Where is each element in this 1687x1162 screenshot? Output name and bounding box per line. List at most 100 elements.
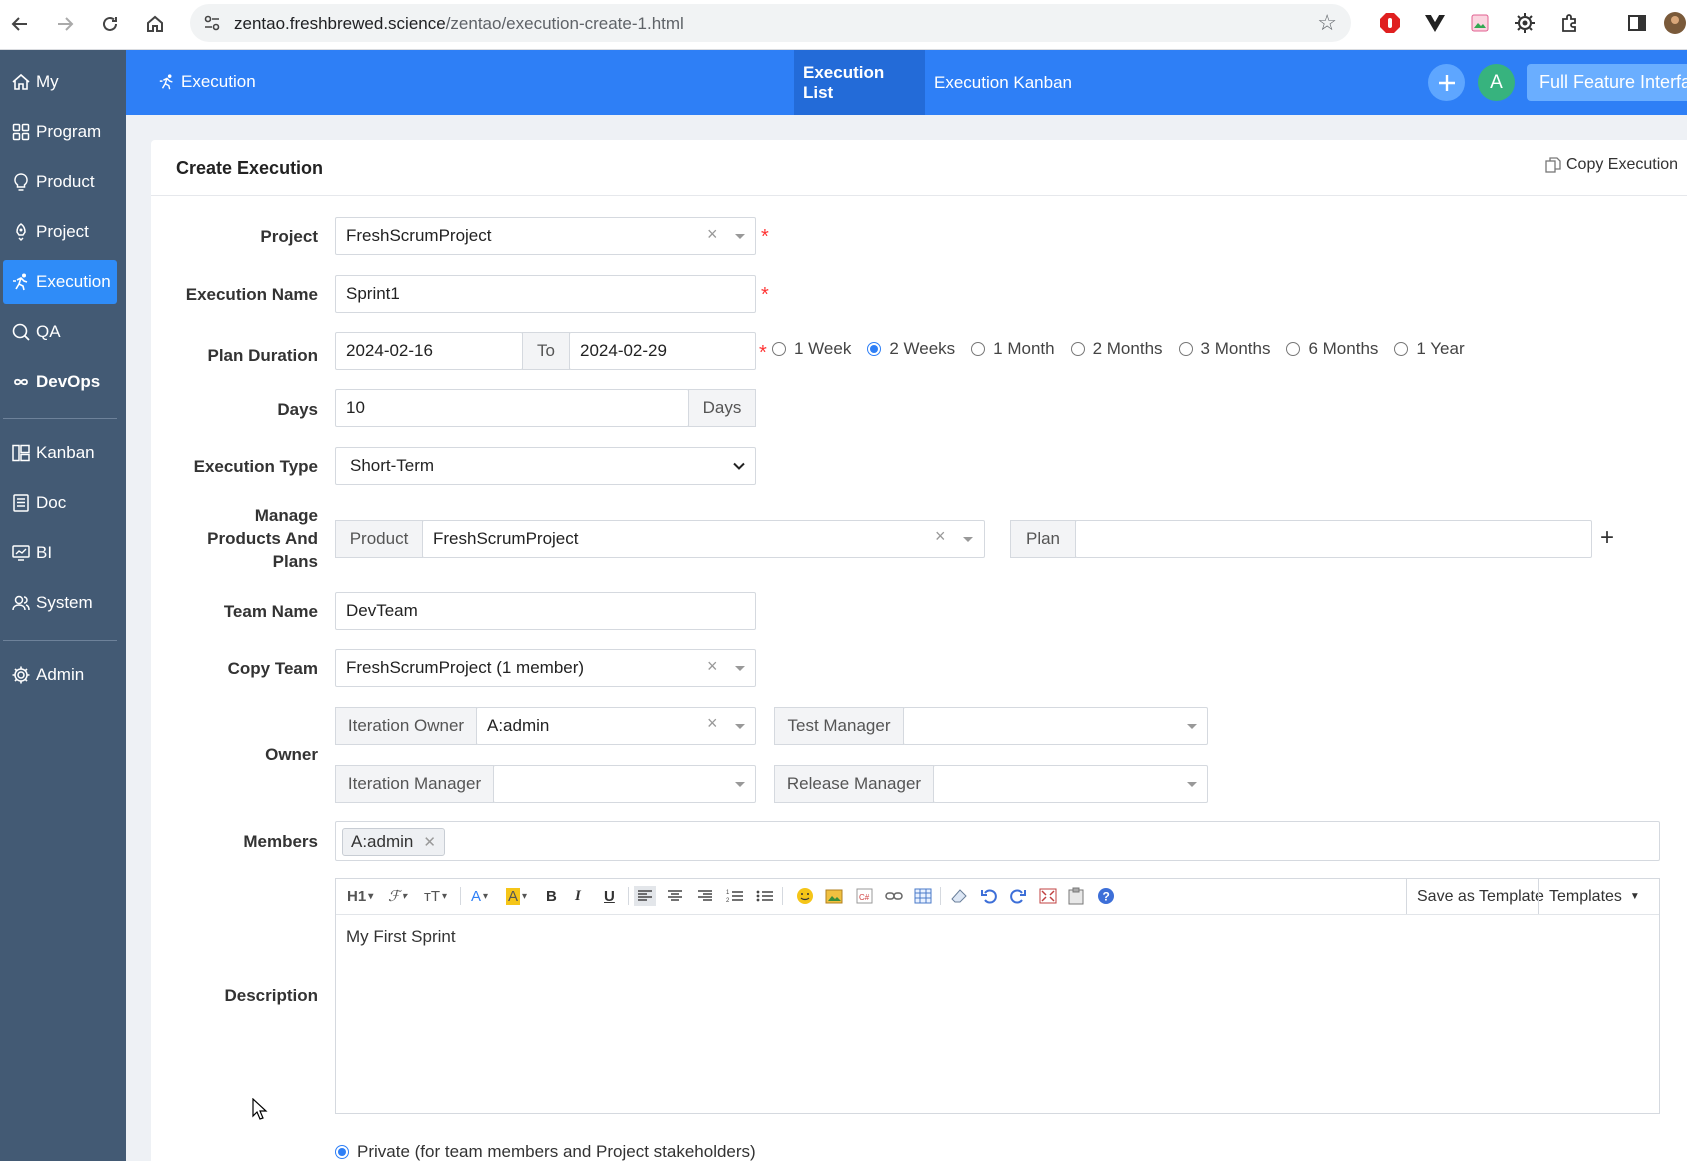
chevron-down-icon[interactable] (735, 782, 745, 787)
sidebar-item-execution[interactable]: Execution (3, 260, 117, 304)
sidebar-item-qa[interactable]: QA (3, 310, 117, 354)
align-left-icon[interactable] (634, 886, 656, 906)
radio-1-week[interactable]: 1 Week (772, 339, 851, 359)
sidebar-item-program[interactable]: Program (3, 110, 117, 154)
extensions-puzzle-icon[interactable] (1558, 11, 1582, 35)
radio-1-month[interactable]: 1 Month (971, 339, 1055, 359)
extension-sun-icon[interactable] (1513, 11, 1537, 35)
project-clear-icon[interactable]: × (707, 224, 718, 245)
save-as-template-button[interactable]: Save as Template (1406, 879, 1554, 914)
bookmark-star-icon[interactable]: ☆ (1317, 10, 1337, 36)
redo-icon[interactable] (1009, 886, 1027, 906)
plan-select[interactable] (1075, 520, 1592, 558)
execution-name-input[interactable]: Sprint1 (335, 275, 756, 313)
back-arrow-icon[interactable] (5, 9, 35, 39)
forward-arrow-icon[interactable] (50, 9, 80, 39)
help-icon[interactable]: ? (1097, 886, 1115, 906)
project-select[interactable]: FreshScrumProject (335, 217, 756, 255)
templates-dropdown[interactable]: Templates ▼ (1538, 879, 1660, 914)
font-color-icon[interactable]: A ▾ (471, 886, 488, 906)
home-page-icon[interactable] (140, 9, 170, 39)
tab-execution-list[interactable]: Execution List (794, 50, 925, 115)
team-name-input[interactable]: DevTeam (335, 592, 756, 630)
side-panel-icon[interactable] (1625, 11, 1649, 35)
ordered-list-icon[interactable]: 12 (726, 886, 744, 906)
sidebar-item-system[interactable]: System (3, 581, 117, 625)
create-plus-button[interactable] (1428, 64, 1465, 101)
chevron-down-icon[interactable] (1187, 782, 1197, 787)
required-asterisk: * (761, 226, 769, 248)
iteration-owner-clear-icon[interactable]: × (707, 713, 718, 734)
days-input[interactable]: 10 (335, 389, 689, 427)
description-content[interactable]: My First Sprint (346, 927, 456, 947)
highlight-color-icon[interactable]: A ▾ (506, 886, 527, 906)
product-select[interactable]: FreshScrumProject (422, 520, 985, 558)
bold-icon[interactable]: B (546, 886, 557, 906)
reload-icon[interactable] (95, 9, 125, 39)
link-icon[interactable] (885, 886, 903, 906)
paste-icon[interactable] (1068, 886, 1084, 906)
radio-6-months[interactable]: 6 Months (1286, 339, 1378, 359)
members-multiselect[interactable] (335, 821, 1660, 861)
user-avatar[interactable]: A (1478, 64, 1515, 101)
extension-image-icon[interactable] (1468, 11, 1492, 35)
extension-adblock-icon[interactable] (1378, 11, 1402, 35)
heading-icon[interactable]: H1 ▾ (347, 886, 373, 906)
sidebar-item-my[interactable]: My (3, 60, 117, 104)
chevron-down-icon[interactable] (1187, 724, 1197, 729)
address-bar[interactable]: zentao.freshbrewed.science/zentao/execut… (190, 4, 1351, 42)
italic-icon[interactable]: I (575, 886, 581, 906)
tab-execution-kanban[interactable]: Execution Kanban (925, 50, 1081, 115)
test-manager-select[interactable] (903, 707, 1208, 745)
fullscreen-icon[interactable] (1039, 886, 1057, 906)
radio-2-months[interactable]: 2 Months (1070, 339, 1163, 359)
underline-icon[interactable]: U (604, 886, 615, 906)
extension-vue-icon[interactable] (1423, 11, 1447, 35)
insert-image-icon[interactable] (825, 886, 845, 906)
sidebar-divider (3, 418, 117, 419)
sidebar-item-kanban[interactable]: Kanban (3, 431, 117, 475)
product-clear-icon[interactable]: × (935, 526, 946, 547)
radio-1-year[interactable]: 1 Year (1394, 339, 1465, 359)
full-feature-interface-button[interactable]: Full Feature Interface (1527, 64, 1687, 101)
radio-3-months[interactable]: 3 Months (1178, 339, 1270, 359)
browser-toolbar: zentao.freshbrewed.science/zentao/execut… (0, 0, 1687, 50)
align-center-icon[interactable] (667, 886, 683, 906)
sidebar-item-admin[interactable]: Admin (3, 653, 117, 697)
radio-label: 1 Year (1416, 339, 1465, 358)
sidebar-item-doc[interactable]: Doc (3, 481, 117, 525)
sidebar-item-project[interactable]: Project (3, 210, 117, 254)
sidebar-item-bi[interactable]: BI (3, 531, 117, 575)
copy-team-clear-icon[interactable]: × (707, 656, 718, 677)
chevron-down-icon[interactable] (735, 666, 745, 671)
site-settings-icon[interactable] (202, 13, 222, 38)
chevron-down-icon[interactable] (735, 724, 745, 729)
acl-private-radio[interactable]: Private (for team members and Project st… (335, 1142, 756, 1162)
emoji-icon[interactable] (796, 886, 814, 906)
eraser-icon[interactable] (950, 886, 968, 906)
end-date-input[interactable]: 2024-02-29 (569, 332, 756, 370)
unordered-list-icon[interactable] (756, 886, 774, 906)
iteration-manager-select[interactable] (493, 765, 756, 803)
remove-member-icon[interactable]: ✕ (423, 833, 436, 851)
font-size-icon[interactable]: ᴛT ▾ (424, 886, 447, 906)
execution-type-select[interactable]: Short-Term (335, 447, 756, 485)
chevron-down-icon[interactable] (963, 537, 973, 542)
radio-2-weeks[interactable]: 2 Weeks (867, 339, 955, 359)
profile-avatar-icon[interactable] (1663, 11, 1687, 35)
chevron-down-icon[interactable] (735, 234, 745, 239)
add-product-plus-icon[interactable]: + (1600, 524, 1614, 552)
align-right-icon[interactable] (697, 886, 713, 906)
home-icon (12, 73, 30, 90)
sidebar-item-product[interactable]: Product (3, 160, 117, 204)
sidebar-item-devops[interactable]: DevOps (3, 360, 117, 404)
breadcrumb[interactable]: Execution (158, 72, 256, 92)
copy-execution-button[interactable]: Copy Execution (1544, 156, 1678, 174)
copy-team-select[interactable]: FreshScrumProject (1 member) (335, 649, 756, 687)
insert-code-icon[interactable]: C# (856, 886, 874, 906)
insert-table-icon[interactable] (914, 886, 932, 906)
font-family-icon[interactable]: ℱ ▾ (388, 886, 407, 906)
start-date-input[interactable]: 2024-02-16 (335, 332, 523, 370)
release-manager-select[interactable] (933, 765, 1208, 803)
undo-icon[interactable] (980, 886, 998, 906)
